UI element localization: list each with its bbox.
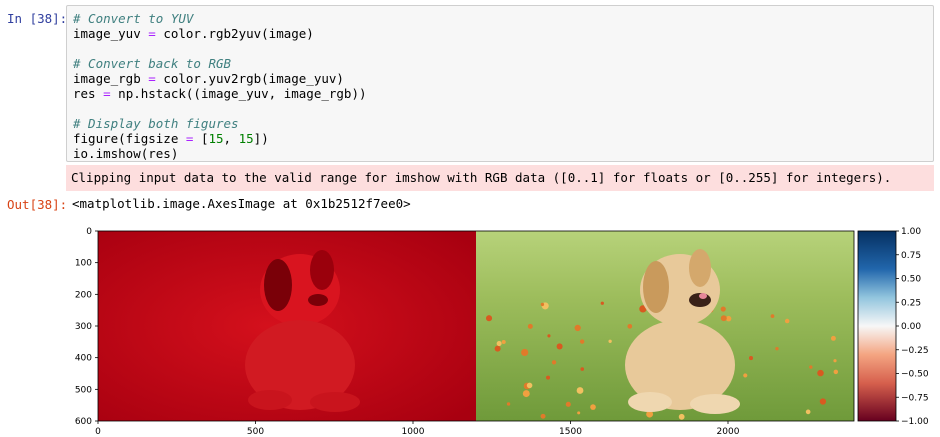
colorbar-tick-label: −1.00 [901,417,929,427]
flower [590,404,596,410]
flower [577,411,581,415]
y-tick-label: 0 [86,227,92,237]
flower [546,375,551,380]
colorbar-axis: 1.00 0.75 0.50 0.25 0.00 −0.25 −0.50 −0.75 −1.00 [896,227,929,427]
flower [540,302,545,307]
flower [775,346,779,351]
flower [770,314,775,318]
x-tick-label: 500 [247,427,264,437]
flower [506,402,511,406]
flower [817,369,824,377]
flower [748,356,754,361]
colorbar: 1.00 0.75 0.50 0.25 0.00 −0.25 −0.50 −0.75 −1.00 [857,227,929,427]
flower [547,334,551,338]
x-axis: 0 500 1000 1500 2000 [95,421,740,437]
figure-output: 0 100 200 300 400 500 600 0 500 1000 1500 2000 1.0… [75,227,929,437]
flower [608,339,612,343]
flower [540,413,546,419]
flower [600,301,604,305]
flower [574,324,581,332]
colorbar-tick-label: 0.50 [901,275,921,285]
x-tick-label: 0 [95,427,101,437]
flower [833,369,839,375]
flower [720,315,727,322]
flower [551,360,557,365]
flower [522,390,530,398]
flower [830,335,836,341]
colorbar-tick-label: −0.75 [901,393,929,403]
y-tick-label: 600 [75,417,92,427]
x-tick-label: 1000 [402,427,425,437]
colorbar-tick-label: −0.50 [901,370,929,380]
flower [627,323,633,329]
colorbar-tick-label: 0.00 [901,322,921,332]
flower [784,318,790,324]
colorbar-tick-label: −0.25 [901,346,929,356]
rgb-image [476,231,854,421]
flower [556,343,563,350]
flower [580,367,585,371]
flower [743,373,748,378]
flower [805,409,811,415]
flower [809,365,813,369]
colorbar-gradient [857,230,897,422]
flower [527,323,533,329]
flower [496,341,502,347]
x-tick-label: 2000 [717,427,740,437]
y-axis: 0 100 200 300 400 500 600 [75,227,98,427]
colorbar-tick-label: 0.25 [901,298,921,308]
y-tick-label: 400 [75,354,92,364]
y-tick-label: 300 [75,322,92,332]
colorbar-tick-label: 0.75 [901,251,921,261]
flower [521,348,529,357]
flower [819,398,827,405]
flower [485,315,493,322]
flower [720,306,726,312]
x-tick-label: 1500 [559,427,582,437]
colorbar-tick-label: 1.00 [901,227,921,237]
flower [833,359,837,363]
flower [526,382,533,389]
y-tick-label: 100 [75,259,92,269]
y-tick-label: 500 [75,385,92,395]
flower [494,345,501,352]
flower [678,413,685,420]
flower [565,401,571,407]
flower [579,339,585,344]
flower [576,387,584,394]
flower [501,339,506,344]
y-tick-label: 200 [75,290,92,300]
yuv-image [98,231,476,421]
